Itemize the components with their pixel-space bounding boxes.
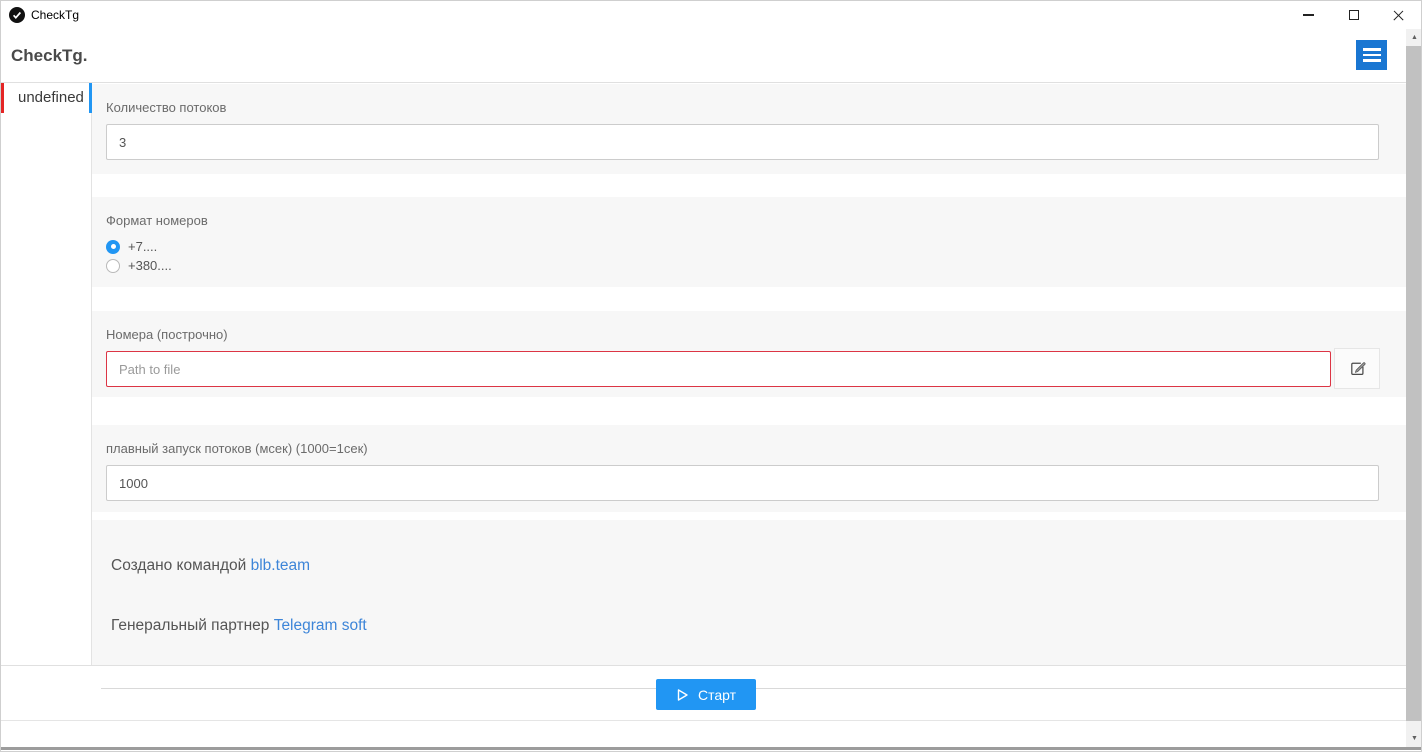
format-option-plus7-label: +7.... [128, 239, 157, 254]
partner-line: Генеральный партнер Telegram soft [111, 617, 367, 635]
numbers-label: Номера (построчно) [106, 327, 1406, 342]
ramp-section: плавный запуск потоков (мсек) (1000=1сек… [92, 425, 1406, 512]
start-button-label: Старт [698, 687, 736, 703]
partner-text: Генеральный партнер [111, 617, 274, 634]
scroll-up-icon[interactable]: ▲ [1406, 29, 1422, 46]
sidebar: undefined [1, 83, 92, 665]
sidebar-tab-label: undefined [18, 89, 84, 106]
format-section: Формат номеров +7.... +380.... [92, 197, 1406, 287]
format-label: Формат номеров [106, 213, 1406, 228]
radio-selected-icon[interactable] [106, 240, 120, 254]
play-icon [676, 688, 689, 702]
path-row [106, 351, 1406, 389]
close-icon [1392, 9, 1405, 22]
threads-section: Количество потоков [92, 84, 1406, 174]
app-logo-icon [9, 7, 25, 23]
scrollbar-thumb[interactable] [1406, 46, 1422, 721]
scroll-down-icon[interactable]: ▼ [1406, 730, 1422, 747]
format-option-plus380-label: +380.... [128, 258, 172, 273]
hamburger-icon [1363, 48, 1381, 50]
maximize-button[interactable] [1331, 1, 1376, 29]
brand-title: CheckTg. [11, 29, 88, 82]
close-button[interactable] [1376, 1, 1421, 29]
path-to-file-input[interactable] [106, 351, 1331, 387]
app-window: CheckTg CheckTg. undefined Количество по… [0, 0, 1422, 752]
created-by-text: Создано командой [111, 557, 251, 574]
compose-pencil-icon [1348, 359, 1367, 378]
vertical-scrollbar[interactable]: ▲ ▼ [1406, 29, 1422, 747]
footer: Старт [1, 665, 1406, 747]
maximize-icon [1349, 10, 1359, 20]
minimize-icon [1303, 14, 1314, 15]
main-content: Количество потоков Формат номеров +7....… [92, 83, 1406, 665]
minimize-button[interactable] [1286, 1, 1331, 29]
window-bottom-edge [1, 747, 1421, 750]
window-controls [1286, 1, 1421, 29]
credits-section: Создано командой blb.team Генеральный па… [92, 520, 1406, 665]
ramp-label: плавный запуск потоков (мсек) (1000=1сек… [106, 441, 1406, 456]
numbers-section: Номера (построчно) [92, 311, 1406, 397]
format-option-plus7[interactable]: +7.... [106, 237, 1406, 256]
format-option-plus380[interactable]: +380.... [106, 256, 1406, 275]
radio-unselected-icon[interactable] [106, 259, 120, 273]
sidebar-tab-undefined[interactable]: undefined [1, 83, 91, 113]
ramp-input[interactable] [106, 465, 1379, 501]
telegram-soft-link[interactable]: Telegram soft [274, 617, 367, 634]
window-title: CheckTg [31, 1, 79, 29]
footer-bottom-divider [1, 720, 1406, 721]
blb-team-link[interactable]: blb.team [251, 557, 310, 574]
threads-input[interactable] [106, 124, 1379, 160]
threads-label: Количество потоков [106, 100, 1406, 115]
app-header: CheckTg. [1, 29, 1421, 83]
edit-file-button[interactable] [1334, 348, 1380, 389]
created-by-line: Создано командой blb.team [111, 557, 310, 575]
start-button[interactable]: Старт [656, 679, 756, 710]
menu-button[interactable] [1356, 40, 1387, 70]
titlebar: CheckTg [1, 1, 1421, 29]
